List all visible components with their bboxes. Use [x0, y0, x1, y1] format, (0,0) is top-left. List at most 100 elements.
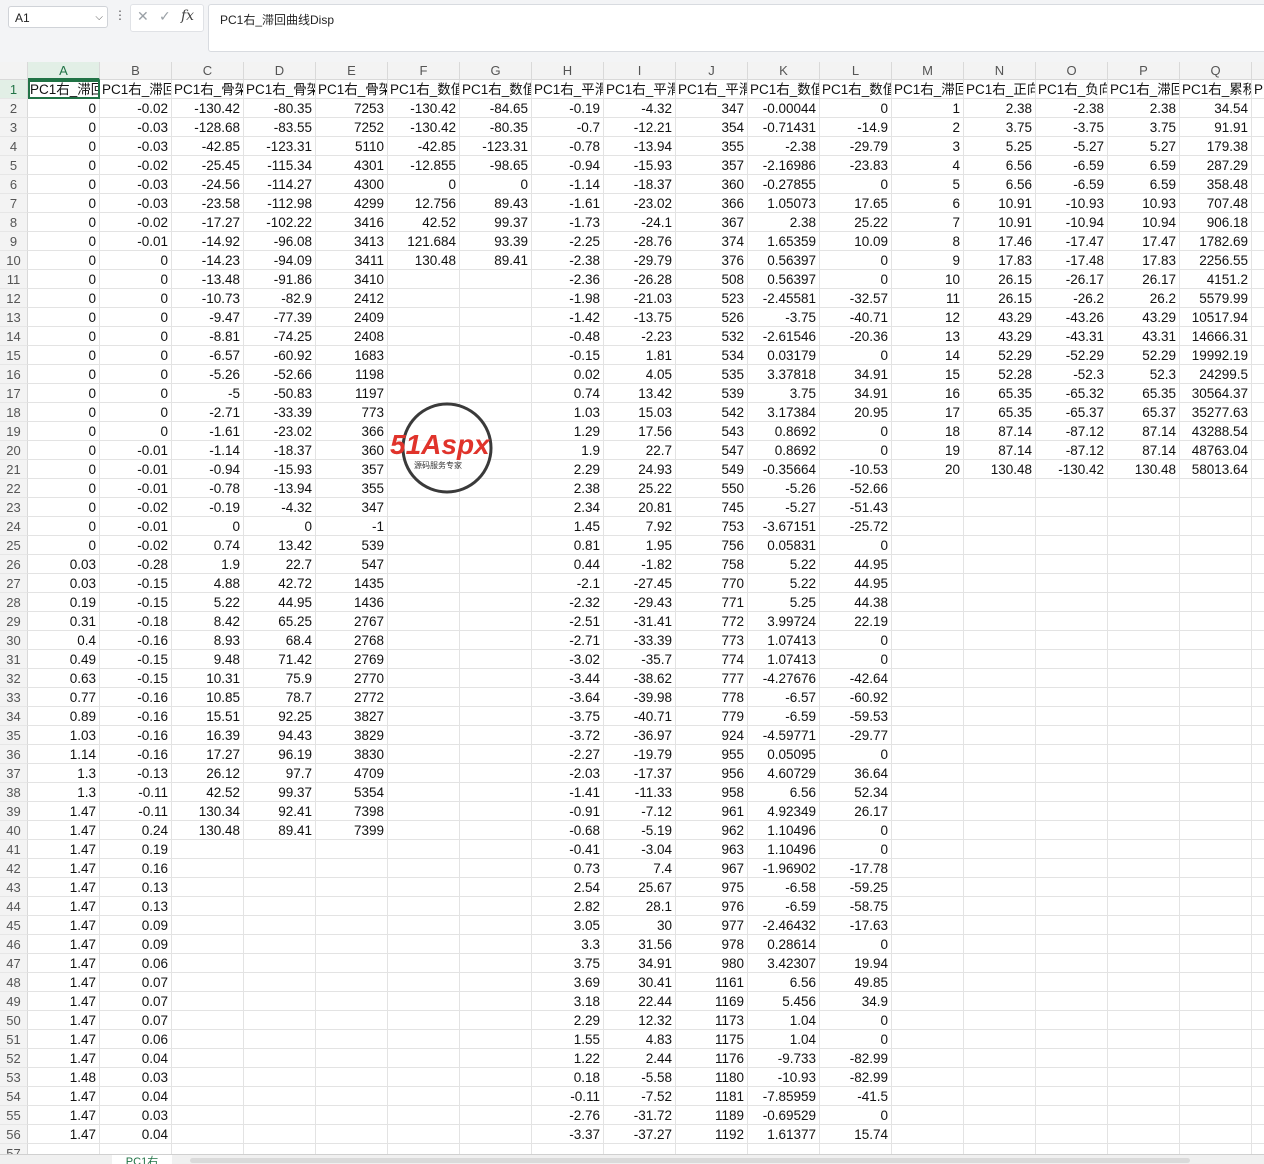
cell[interactable]: -2.38	[1036, 99, 1108, 118]
cell[interactable]: 0.56397	[748, 251, 820, 270]
cell[interactable]: 2409	[316, 308, 388, 327]
cell[interactable]: 0	[100, 365, 172, 384]
cell[interactable]	[388, 631, 460, 650]
cell[interactable]: 17	[892, 403, 964, 422]
cell[interactable]	[388, 346, 460, 365]
cell[interactable]	[892, 555, 964, 574]
cell[interactable]: 0	[820, 175, 892, 194]
cell[interactable]	[388, 973, 460, 992]
cell[interactable]	[1036, 954, 1108, 973]
cell[interactable]: -13.48	[172, 270, 244, 289]
cell[interactable]	[388, 935, 460, 954]
column-header-K[interactable]: K	[748, 62, 820, 80]
cell[interactable]: -7.85959	[748, 1087, 820, 1106]
cell[interactable]: 3.18	[532, 992, 604, 1011]
cell[interactable]: -82.9	[244, 289, 316, 308]
cell[interactable]	[1180, 631, 1252, 650]
cell[interactable]: -0.02	[100, 156, 172, 175]
cell[interactable]: 1435	[316, 574, 388, 593]
cell[interactable]: -0.71431	[748, 118, 820, 137]
cell[interactable]: -123.31	[244, 137, 316, 156]
cell[interactable]: 3830	[316, 745, 388, 764]
cell[interactable]: 6.56	[748, 783, 820, 802]
cell[interactable]: 980	[676, 954, 748, 973]
cell[interactable]	[892, 650, 964, 669]
cell[interactable]: 1169	[676, 992, 748, 1011]
cell[interactable]: 19	[892, 441, 964, 460]
cell[interactable]: 1.14	[28, 745, 100, 764]
cell[interactable]: -5.26	[748, 479, 820, 498]
cell[interactable]: 2767	[316, 612, 388, 631]
cell[interactable]: 360	[316, 441, 388, 460]
row-header[interactable]: 2	[0, 99, 28, 118]
cell[interactable]	[892, 745, 964, 764]
cell[interactable]: -0.03	[100, 137, 172, 156]
cell[interactable]: 0.06	[100, 1030, 172, 1049]
cell[interactable]	[460, 1049, 532, 1068]
cell[interactable]: -42.64	[820, 669, 892, 688]
cell[interactable]: 7.92	[604, 517, 676, 536]
cell[interactable]: 28.1	[604, 897, 676, 916]
cell[interactable]: -26.17	[1036, 270, 1108, 289]
cell[interactable]: 3410	[316, 270, 388, 289]
cell[interactable]	[388, 1125, 460, 1144]
cell[interactable]: 287.29	[1180, 156, 1252, 175]
cell[interactable]: 5579.99	[1180, 289, 1252, 308]
column-header-R[interactable]	[1252, 62, 1264, 80]
cell[interactable]: 130.48	[388, 251, 460, 270]
cell[interactable]	[1108, 821, 1180, 840]
cell[interactable]	[244, 954, 316, 973]
cell[interactable]: 777	[676, 669, 748, 688]
cell[interactable]: -82.99	[820, 1068, 892, 1087]
cell[interactable]	[1180, 688, 1252, 707]
cell[interactable]	[1252, 669, 1264, 688]
row-header[interactable]: 17	[0, 384, 28, 403]
cell[interactable]: 976	[676, 897, 748, 916]
cell[interactable]: 0	[28, 517, 100, 536]
cell[interactable]: 87.14	[964, 422, 1036, 441]
cell[interactable]: -28.76	[604, 232, 676, 251]
cell[interactable]	[172, 878, 244, 897]
cell[interactable]: -0.78	[532, 137, 604, 156]
row-header[interactable]: 43	[0, 878, 28, 897]
cell[interactable]: 8	[892, 232, 964, 251]
cell[interactable]: 2.38	[532, 479, 604, 498]
cell[interactable]: 0.03	[100, 1068, 172, 1087]
cell[interactable]	[964, 992, 1036, 1011]
cell[interactable]	[172, 1030, 244, 1049]
cell[interactable]: 0.16	[100, 859, 172, 878]
cell[interactable]: 745	[676, 498, 748, 517]
cell[interactable]: 15.51	[172, 707, 244, 726]
cell[interactable]: 779	[676, 707, 748, 726]
cell[interactable]: -2.27	[532, 745, 604, 764]
cell[interactable]: -0.48	[532, 327, 604, 346]
cell[interactable]: -0.01	[100, 232, 172, 251]
cell[interactable]	[1180, 1087, 1252, 1106]
row-header[interactable]: 31	[0, 650, 28, 669]
cell[interactable]	[964, 935, 1036, 954]
cell[interactable]: 924	[676, 726, 748, 745]
cell[interactable]: 0	[100, 308, 172, 327]
cell[interactable]	[460, 555, 532, 574]
cell[interactable]: 65.35	[964, 403, 1036, 422]
cell[interactable]: -0.94	[532, 156, 604, 175]
cell[interactable]: 3.75	[1108, 118, 1180, 137]
cell[interactable]: -2.71	[172, 403, 244, 422]
cell[interactable]: -3.72	[532, 726, 604, 745]
cell[interactable]: 0	[820, 631, 892, 650]
cell[interactable]: 0.19	[28, 593, 100, 612]
cell[interactable]	[1108, 1030, 1180, 1049]
cell[interactable]: 14	[892, 346, 964, 365]
cell[interactable]: 1.47	[28, 1030, 100, 1049]
cell[interactable]	[1036, 1030, 1108, 1049]
cell[interactable]: 2.38	[748, 213, 820, 232]
cell[interactable]: 17.56	[604, 422, 676, 441]
cell[interactable]: 1.47	[28, 973, 100, 992]
cell[interactable]	[1252, 137, 1264, 156]
cell[interactable]	[892, 1087, 964, 1106]
cell[interactable]: 778	[676, 688, 748, 707]
cell[interactable]: 25.67	[604, 878, 676, 897]
cell[interactable]: -0.69529	[748, 1106, 820, 1125]
row-header[interactable]: 28	[0, 593, 28, 612]
fx-icon[interactable]: fx	[181, 8, 194, 24]
